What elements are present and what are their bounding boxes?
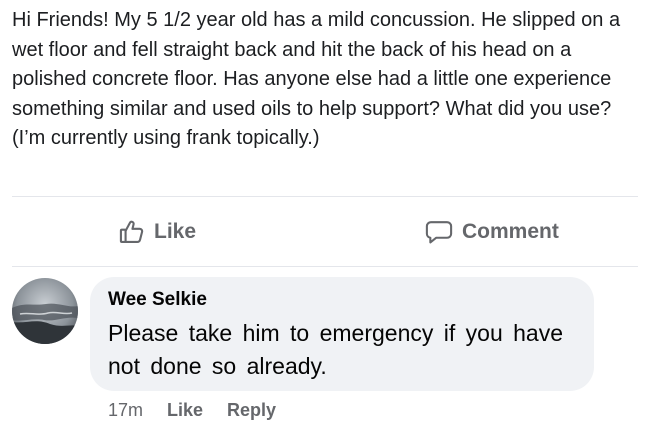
- post-text: Hi Friends! My 5 1/2 year old has a mild…: [12, 9, 621, 149]
- post-action-bar: Like Comment: [0, 197, 650, 266]
- post-divider-bottom: [12, 266, 638, 267]
- comment-author[interactable]: Wee Selkie: [108, 289, 207, 311]
- comment-button[interactable]: Comment: [424, 216, 559, 248]
- comment-like-link[interactable]: Like: [167, 400, 203, 421]
- like-button-label: Like: [154, 220, 197, 243]
- like-button[interactable]: Like: [118, 216, 196, 248]
- thumbs-up-icon: [118, 218, 146, 246]
- comment-button-label: Comment: [462, 220, 559, 243]
- comment-timestamp[interactable]: 17m: [108, 400, 143, 421]
- comment-bubble: Wee Selkie Please take him to emergency …: [90, 277, 594, 391]
- comment-meta: 17m Like Reply: [108, 396, 300, 424]
- comment-text: Please take him to emergency if you have…: [108, 320, 564, 379]
- avatar[interactable]: [12, 278, 78, 344]
- comment-reply-link[interactable]: Reply: [227, 400, 276, 421]
- speech-bubble-icon: [424, 218, 454, 246]
